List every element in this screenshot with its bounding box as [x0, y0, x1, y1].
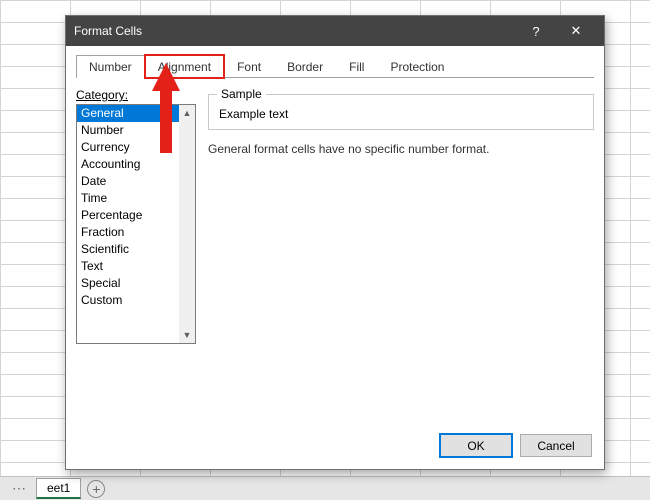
category-item[interactable]: Date — [77, 173, 179, 190]
tab-font[interactable]: Font — [224, 55, 274, 78]
category-item[interactable]: Percentage — [77, 207, 179, 224]
scroll-down-icon[interactable]: ▼ — [179, 327, 195, 343]
category-item[interactable]: Special — [77, 275, 179, 292]
tab-alignment[interactable]: Alignment — [145, 55, 224, 78]
dialog-titlebar: Format Cells ? ✕ — [66, 16, 604, 46]
scroll-up-icon[interactable]: ▲ — [179, 105, 195, 121]
sample-value: Example text — [219, 107, 583, 121]
tab-protection[interactable]: Protection — [377, 55, 457, 78]
category-item[interactable]: Currency — [77, 139, 179, 156]
category-item[interactable]: Accounting — [77, 156, 179, 173]
category-item[interactable]: Time — [77, 190, 179, 207]
tab-fill[interactable]: Fill — [336, 55, 377, 78]
category-label: Category: — [76, 88, 196, 102]
close-button[interactable]: ✕ — [556, 16, 596, 46]
listbox-scrollbar[interactable]: ▲ ▼ — [179, 105, 195, 343]
category-item[interactable]: Text — [77, 258, 179, 275]
ok-button[interactable]: OK — [440, 434, 512, 457]
help-button[interactable]: ? — [516, 16, 556, 46]
cancel-button[interactable]: Cancel — [520, 434, 592, 457]
tab-border[interactable]: Border — [274, 55, 336, 78]
category-item[interactable]: Scientific — [77, 241, 179, 258]
category-item[interactable]: Number — [77, 122, 179, 139]
format-cells-dialog: Format Cells ? ✕ Number Alignment Font B… — [65, 15, 605, 470]
category-item[interactable]: General — [77, 105, 179, 122]
category-item[interactable]: Custom — [77, 292, 179, 309]
sheet-tab-bar: ⋯ eet1 + — [0, 476, 650, 500]
sample-label: Sample — [217, 87, 266, 101]
sample-groupbox: Sample Example text — [208, 94, 594, 130]
add-sheet-button[interactable]: + — [87, 480, 105, 498]
category-listbox[interactable]: GeneralNumberCurrencyAccountingDateTimeP… — [76, 104, 196, 344]
dialog-footer: OK Cancel — [66, 426, 604, 469]
format-description: General format cells have no specific nu… — [208, 142, 594, 156]
dialog-title: Format Cells — [74, 24, 516, 38]
sheet-nav-prev-icon[interactable]: ⋯ — [8, 480, 30, 497]
dialog-tabstrip: Number Alignment Font Border Fill Protec… — [76, 54, 594, 78]
category-item[interactable]: Fraction — [77, 224, 179, 241]
sheet-tab[interactable]: eet1 — [36, 478, 81, 499]
tab-number[interactable]: Number — [76, 55, 145, 78]
